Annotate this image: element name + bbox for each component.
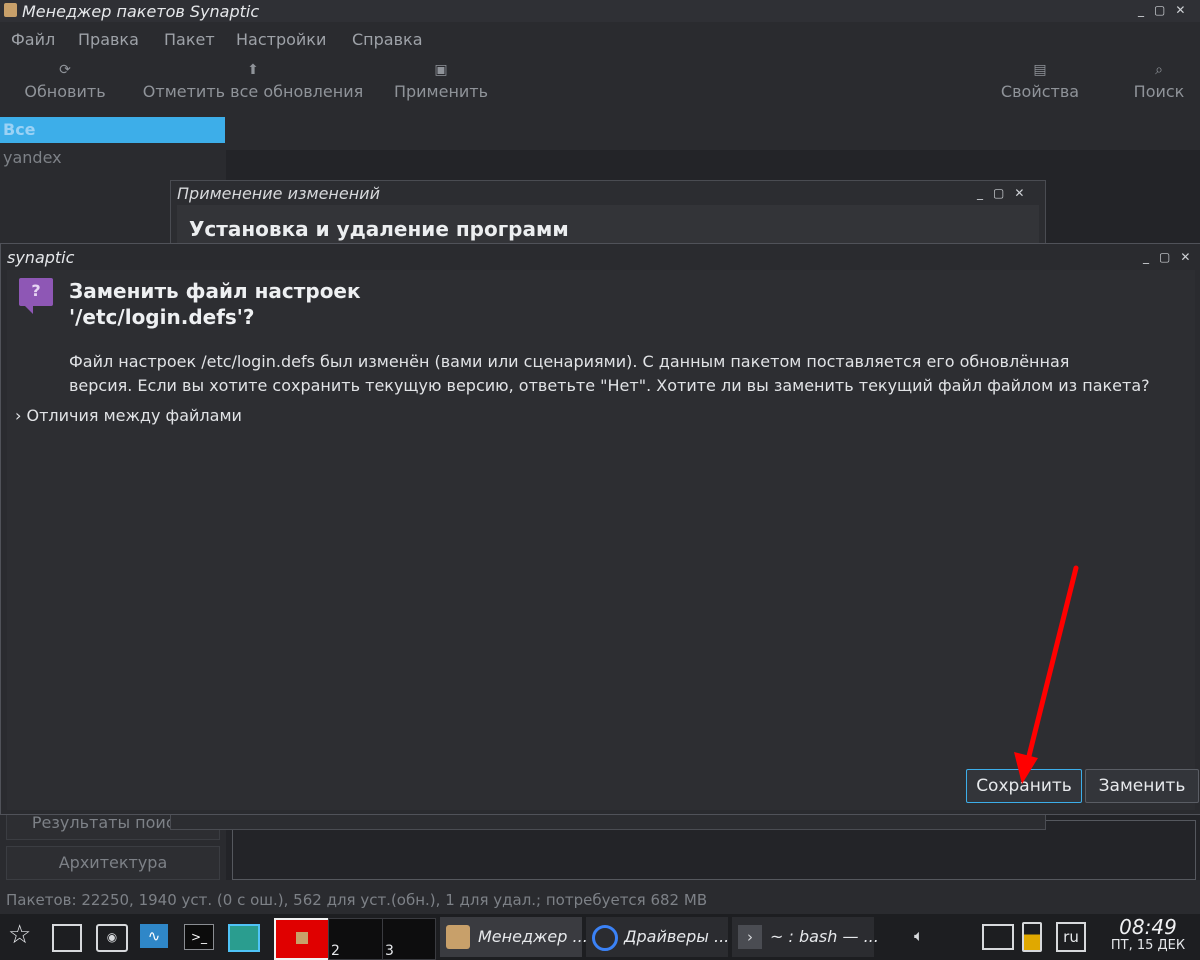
dialog-heading: Заменить файл настроек '/etc/login.defs'…	[69, 279, 361, 329]
menu-edit[interactable]: Правка	[78, 30, 139, 49]
clock[interactable]: 08:49 ПТ, 15 ДЕК	[1100, 916, 1196, 954]
annotation-arrow	[1014, 565, 1079, 784]
toolbar: ⟳ Обновить ⬆ Отметить все обновления ▣ П…	[0, 56, 1200, 116]
menu-settings[interactable]: Настройки	[236, 30, 326, 49]
maximize-icon[interactable]: ▢	[993, 186, 1004, 200]
battery-icon[interactable]	[1022, 922, 1042, 952]
search-icon: ⌕	[1155, 62, 1163, 78]
conffile-dialog-title: synaptic	[7, 248, 75, 267]
diff-expander[interactable]: › Отличия между файлами	[15, 406, 242, 425]
reload-icon: ⟳	[59, 62, 71, 78]
close-icon[interactable]: ✕	[1175, 3, 1185, 17]
statusbar: Пакетов: 22250, 1940 уст. (0 с ош.), 562…	[0, 886, 1200, 914]
menu-file[interactable]: Файл	[11, 30, 55, 49]
windows-icon[interactable]	[52, 924, 82, 952]
menu-package[interactable]: Пакет	[164, 30, 215, 49]
properties-button[interactable]: ▤ Свойства	[998, 62, 1082, 101]
upgrade-icon: ⬆	[247, 62, 259, 78]
task-terminal[interactable]: › ~ : bash — ...	[732, 917, 879, 957]
architecture-button[interactable]: Архитектура	[6, 846, 220, 880]
task-synaptic[interactable]: Менеджер ...	[440, 917, 588, 957]
desktop-3[interactable]: 3	[382, 918, 436, 960]
start-menu-star-icon[interactable]: ☆	[8, 920, 31, 954]
taskbar: ☆ ◉ ∿ >_ 2 3 Менеджер ... Драйверы ... ›…	[0, 914, 1200, 960]
network-icon[interactable]	[982, 924, 1014, 950]
minimize-icon[interactable]: _	[1143, 250, 1149, 264]
maximize-icon[interactable]: ▢	[1159, 250, 1170, 264]
terminal-icon: ›	[738, 925, 762, 949]
question-icon: ?	[19, 278, 53, 314]
keyboard-layout-indicator[interactable]: ru	[1056, 922, 1086, 952]
close-icon[interactable]: ✕	[1014, 186, 1024, 200]
chevron-right-icon: ›	[15, 406, 22, 425]
main-window-title: Менеджер пакетов Synaptic	[22, 2, 260, 21]
status-text: Пакетов: 22250, 1940 уст. (0 с ош.), 562…	[6, 891, 708, 909]
eye-icon[interactable]: ◉	[96, 924, 128, 952]
apply-dialog-title: Применение изменений	[177, 184, 380, 203]
minimize-icon[interactable]: _	[977, 186, 983, 200]
synaptic-app-icon	[296, 932, 308, 944]
synaptic-app-icon	[4, 3, 17, 17]
main-titlebar: Менеджер пакетов Synaptic _ ▢ ✕	[0, 0, 1200, 22]
display-icon[interactable]	[228, 924, 260, 952]
apply-icon: ▣	[434, 62, 448, 78]
properties-icon: ▤	[1033, 62, 1047, 78]
system-monitor-icon[interactable]: ∿	[140, 924, 168, 948]
synaptic-app-icon	[446, 925, 470, 949]
sidebar-item-yandex[interactable]: yandex	[3, 148, 62, 167]
volume-icon[interactable]: 🔈︎	[914, 926, 924, 960]
dialog-message: Файл настроек /etc/login.defs был изменё…	[69, 352, 1150, 395]
mark-all-upgrades-button[interactable]: ⬆ Отметить все обновления	[137, 62, 369, 101]
drivers-app-icon	[592, 925, 618, 951]
apply-button[interactable]: ▣ Применить	[391, 62, 491, 101]
menubar: Файл Правка Пакет Настройки Справка	[0, 22, 1200, 56]
task-drivers[interactable]: Драйверы ...	[586, 917, 729, 957]
desktop-2[interactable]: 2	[328, 918, 384, 960]
reload-button[interactable]: ⟳ Обновить	[20, 62, 110, 101]
maximize-icon[interactable]: ▢	[1154, 3, 1165, 17]
desktop-1[interactable]	[274, 918, 330, 960]
menu-help[interactable]: Справка	[352, 30, 423, 49]
close-icon[interactable]: ✕	[1180, 250, 1190, 264]
terminal-icon[interactable]: >_	[184, 924, 214, 950]
search-button[interactable]: ⌕ Поиск	[1130, 62, 1188, 101]
sidebar-item-all[interactable]: Все	[0, 117, 225, 143]
minimize-icon[interactable]: _	[1138, 3, 1144, 17]
replace-button[interactable]: Заменить	[1085, 769, 1199, 803]
